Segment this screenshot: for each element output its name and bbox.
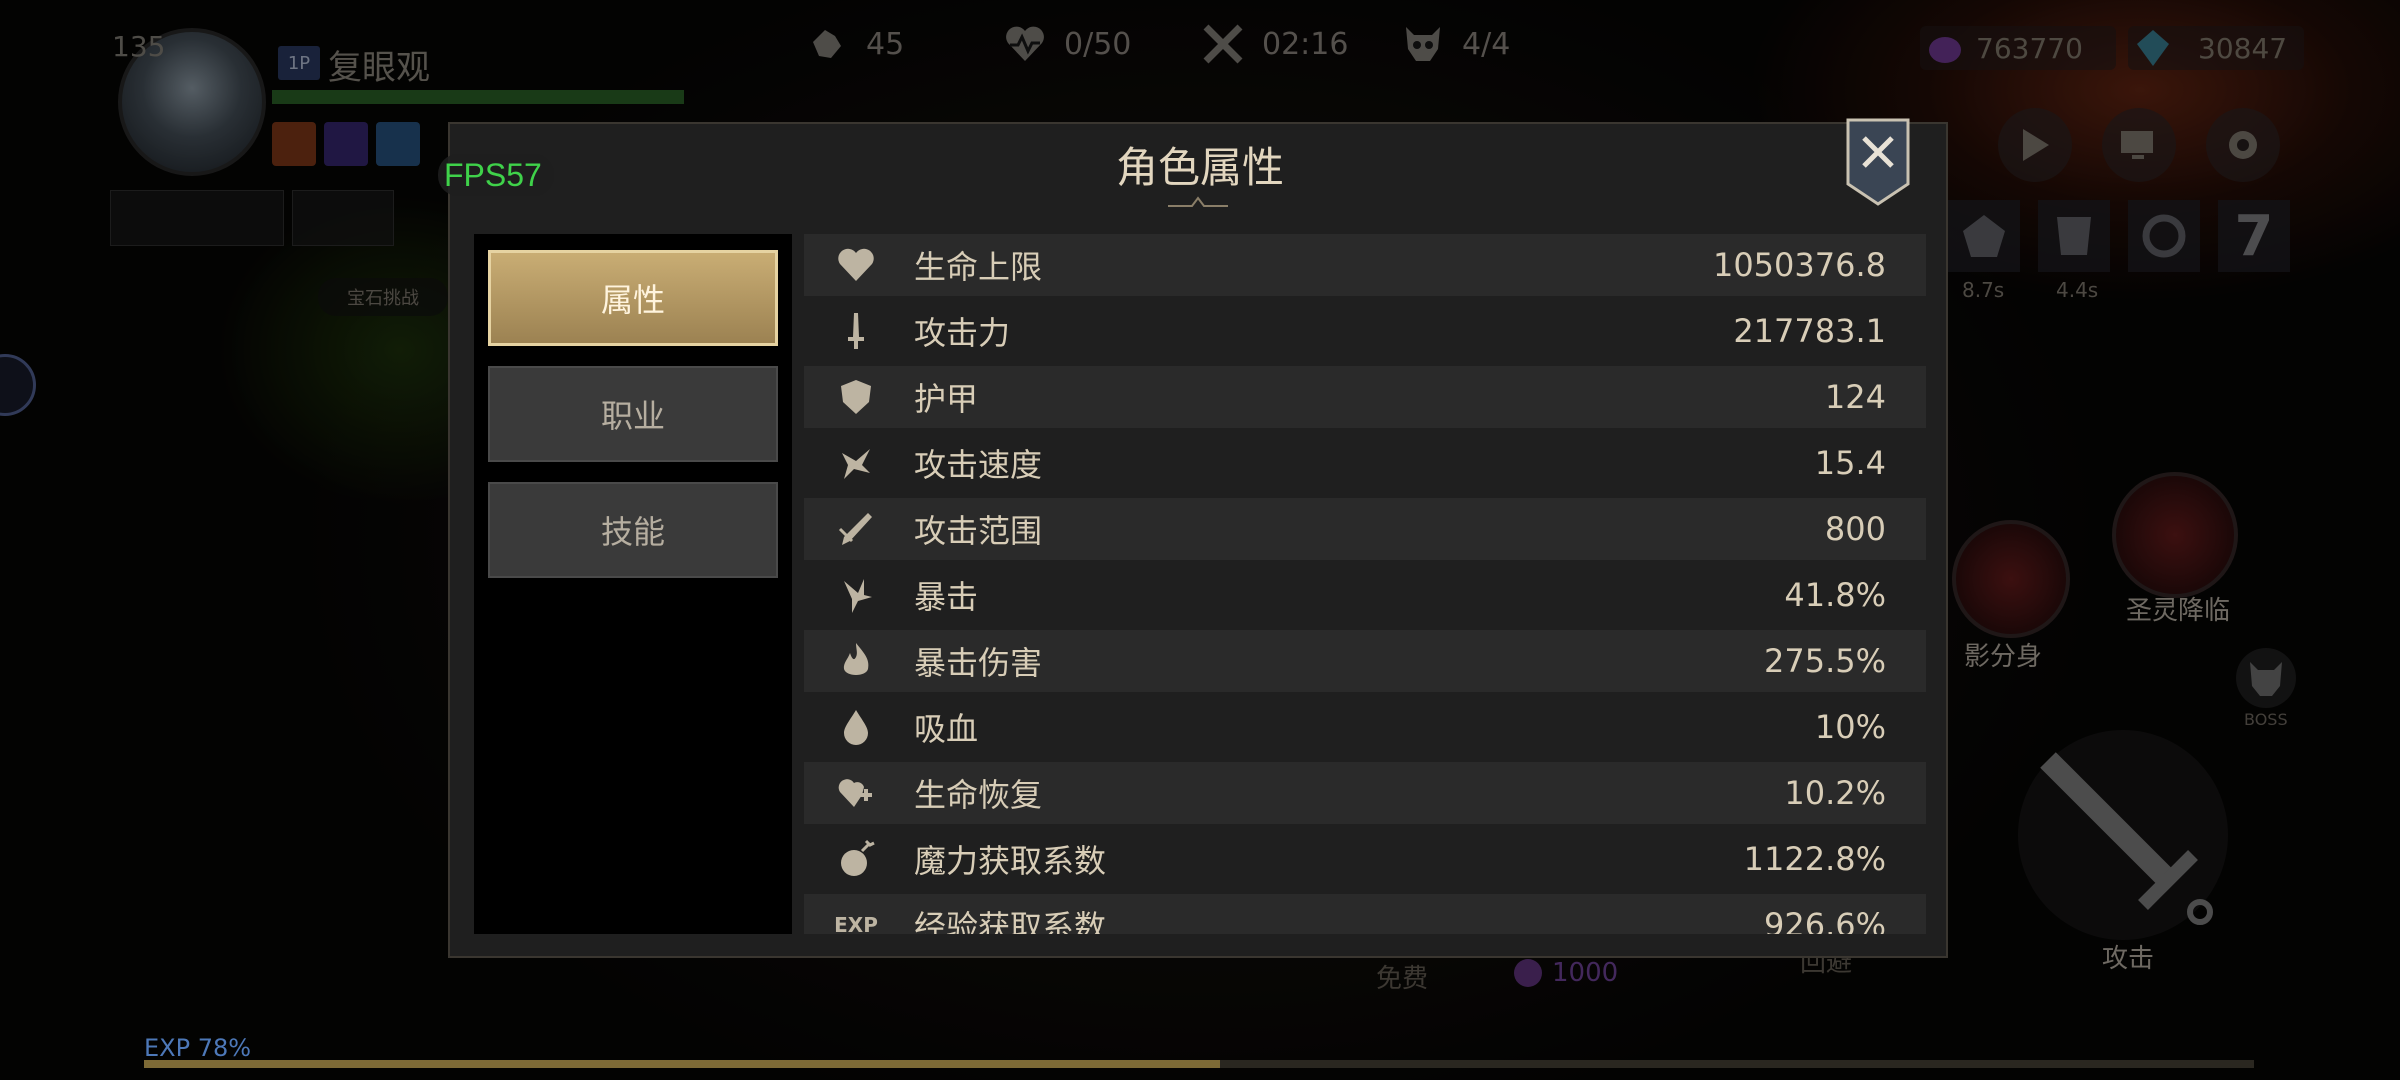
attribute-label: 吸血 <box>914 710 979 748</box>
attribute-value: 15.4 <box>1814 444 1886 482</box>
exp-bar-fill <box>144 1060 1221 1068</box>
exp-label: EXP 78% <box>144 1034 252 1062</box>
attribute-row: 魔力获取系数 1122.8% <box>804 828 1926 890</box>
sword-icon <box>834 309 878 353</box>
heart-icon <box>834 243 878 287</box>
attribute-label: 护甲 <box>914 380 979 418</box>
attribute-value: 1050376.8 <box>1712 246 1886 284</box>
attribute-row: 护甲 124 <box>804 366 1926 428</box>
attribute-list[interactable]: 生命上限 1050376.8 攻击力 217783.1 护甲 124 攻击速度 15.4 攻击范… <box>804 234 1926 934</box>
close-button[interactable] <box>1846 118 1910 206</box>
range-icon <box>834 507 878 551</box>
attribute-label: 攻击范围 <box>914 512 1043 550</box>
flame-icon <box>834 639 878 683</box>
attribute-row: 攻击速度 15.4 <box>804 432 1926 494</box>
attribute-label: 经验获取系数 <box>914 908 1107 934</box>
blood-drop-icon <box>834 705 878 749</box>
attribute-value: 800 <box>1824 510 1886 548</box>
attribute-label: 生命上限 <box>914 248 1043 286</box>
attribute-value: 10.2% <box>1784 774 1886 812</box>
attribute-row: 生命恢复 10.2% <box>804 762 1926 824</box>
attribute-label: 攻击速度 <box>914 446 1043 484</box>
attribute-label: 魔力获取系数 <box>914 842 1107 880</box>
character-attributes-dialog: 角色属性 属性 职业 技能 生命上限 1050376.8 攻击力 217783.1 护甲… <box>448 118 1948 958</box>
attribute-row: 生命上限 1050376.8 <box>804 234 1926 296</box>
fps-counter: FPS57 <box>438 154 554 196</box>
attribute-value: 41.8% <box>1784 576 1886 614</box>
attribute-label: 暴击 <box>914 578 979 616</box>
attribute-label: 攻击力 <box>914 314 1011 352</box>
attribute-value: 124 <box>1824 378 1886 416</box>
attribute-value: 10% <box>1814 708 1886 746</box>
shield-icon <box>834 375 878 419</box>
dialog-tab-sidebar: 属性 职业 技能 <box>474 234 792 934</box>
heart-plus-icon <box>834 771 878 815</box>
dialog-title: 角色属性 <box>1115 143 1284 192</box>
close-icon <box>1846 118 1910 206</box>
exp-icon: EXP <box>834 913 878 934</box>
attribute-label: 生命恢复 <box>914 776 1043 814</box>
tab-skills[interactable]: 技能 <box>488 482 778 578</box>
attribute-row: 暴击 41.8% <box>804 564 1926 626</box>
attribute-row: 攻击范围 800 <box>804 498 1926 560</box>
attribute-label: 暴击伤害 <box>914 644 1043 682</box>
attribute-row: 暴击伤害 275.5% <box>804 630 1926 692</box>
attribute-row: 吸血 10% <box>804 696 1926 758</box>
title-ornament-icon <box>1168 196 1228 207</box>
crit-icon <box>834 573 878 617</box>
speed-icon <box>834 441 878 485</box>
attribute-value: 275.5% <box>1763 642 1886 680</box>
tab-attributes[interactable]: 属性 <box>488 250 778 346</box>
attribute-value: 217783.1 <box>1733 312 1886 350</box>
tab-class[interactable]: 职业 <box>488 366 778 462</box>
exp-bar <box>144 1060 2254 1068</box>
attribute-row: EXP 经验获取系数 926.6% <box>804 894 1926 934</box>
attribute-row: 攻击力 217783.1 <box>804 300 1926 362</box>
attribute-value: 926.6% <box>1763 906 1886 934</box>
mana-bomb-icon <box>834 837 878 881</box>
attribute-value: 1122.8% <box>1743 840 1886 878</box>
